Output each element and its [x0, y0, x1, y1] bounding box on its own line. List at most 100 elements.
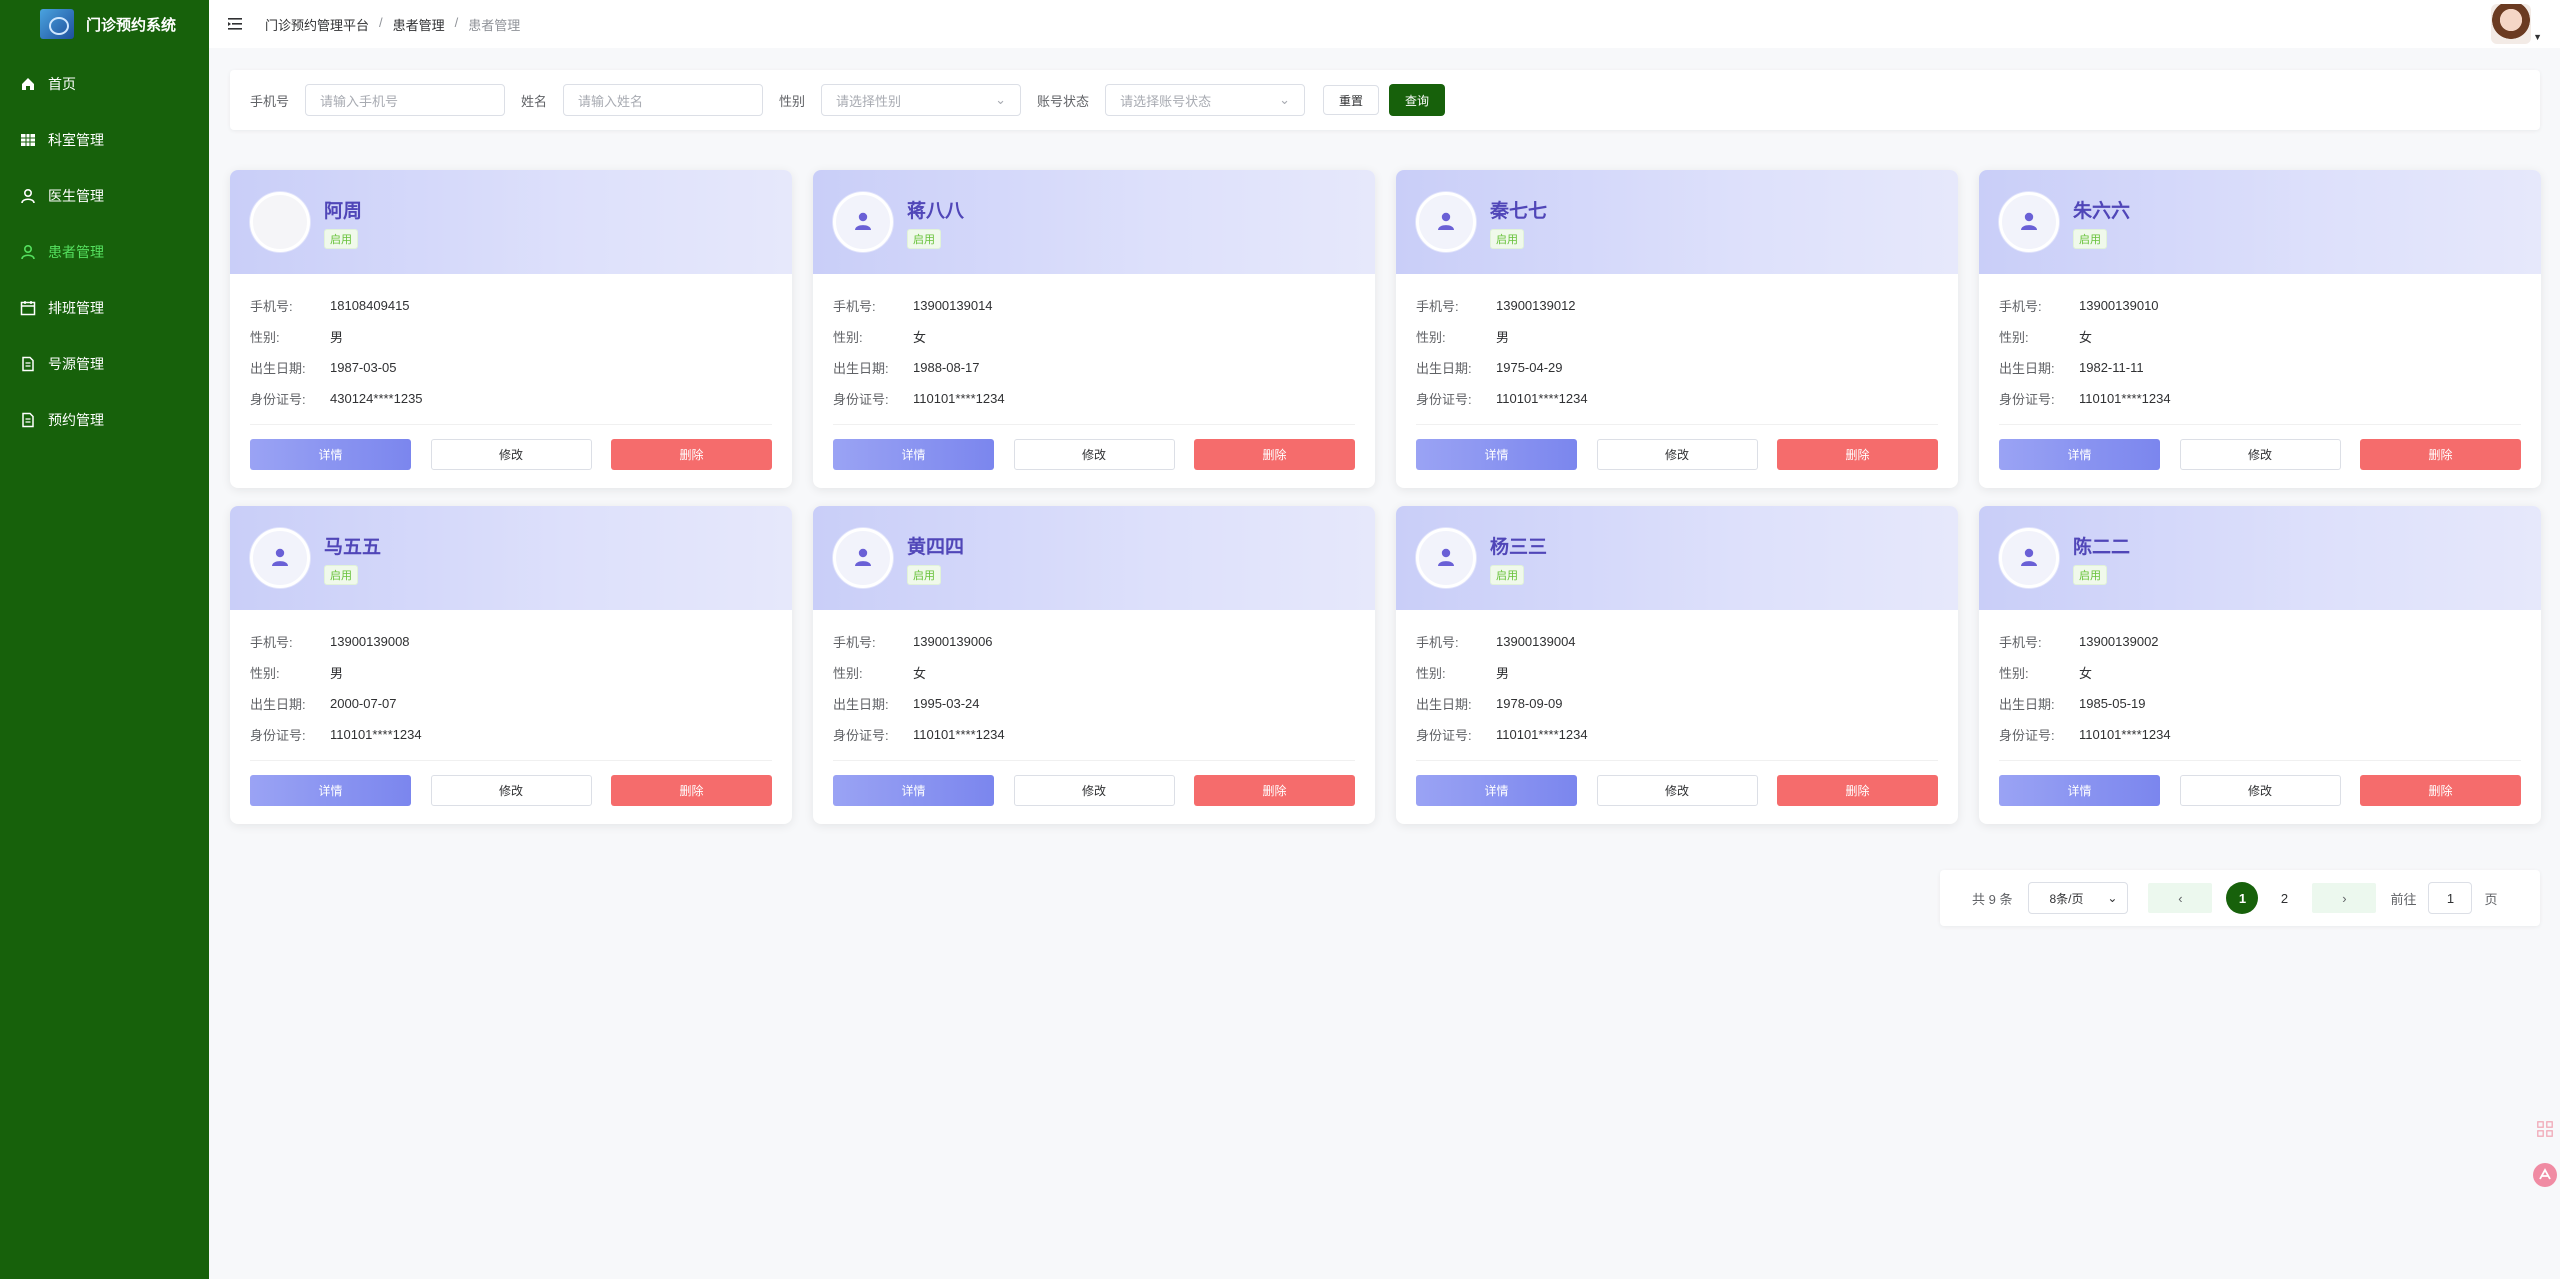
sidebar-item-5[interactable]: 号源管理: [0, 336, 209, 392]
info-row-birth: 出生日期: 1988-08-17: [833, 352, 1355, 383]
detail-button[interactable]: 详情: [833, 775, 994, 806]
top-header: 门诊预约管理平台 / 患者管理 / 患者管理 ▼: [209, 0, 2560, 48]
detail-button[interactable]: 详情: [1416, 775, 1577, 806]
name-block: 黄四四 启用: [907, 532, 964, 585]
name-placeholder: 请输入姓名: [578, 93, 644, 109]
sidebar-item-3[interactable]: 患者管理: [0, 224, 209, 280]
name-input[interactable]: 请输入姓名: [563, 84, 764, 116]
idcard-key: 身份证号:: [833, 728, 889, 743]
info-row-idcard: 身份证号: 110101****1234: [250, 719, 772, 750]
gender-select[interactable]: 请选择性别 ⌄: [821, 84, 1022, 116]
info-row-gender: 性别: 女: [833, 321, 1355, 352]
user-icon: [851, 545, 875, 572]
edit-button[interactable]: 修改: [1013, 439, 1175, 470]
status-badge: 启用: [2073, 228, 2107, 249]
sidebar-item-1[interactable]: 科室管理: [0, 112, 209, 168]
assistant-icon[interactable]: [2532, 1162, 2558, 1188]
reset-button[interactable]: 重置: [1323, 85, 1380, 115]
info-row-gender: 性别: 女: [1999, 657, 2521, 688]
status-select[interactable]: 请选择账号状态 ⌄: [1105, 84, 1306, 116]
status-badge: 启用: [1490, 228, 1524, 249]
patient-avatar: [833, 192, 893, 252]
phone-key: 手机号:: [250, 299, 293, 314]
query-button[interactable]: 查询: [1389, 84, 1446, 116]
collapse-menu-icon[interactable]: [227, 15, 245, 33]
user-menu[interactable]: ▼: [2491, 4, 2542, 44]
idcard-key: 身份证号:: [1999, 392, 2055, 407]
page-size-select[interactable]: 8条/页 ⌄: [2028, 882, 2129, 914]
sidebar-item-0[interactable]: 首页: [0, 56, 209, 112]
name-block: 秦七七 启用: [1490, 196, 1547, 249]
card-actions: 详情 修改 删除: [833, 760, 1355, 806]
breadcrumb-item-platform[interactable]: 门诊预约管理平台: [265, 15, 369, 34]
info-row-idcard: 身份证号: 110101****1234: [833, 383, 1355, 414]
prev-page-button[interactable]: ‹: [2148, 883, 2213, 913]
breadcrumb-item-patients[interactable]: 患者管理: [393, 15, 445, 34]
sidebar-item-4[interactable]: 排班管理: [0, 280, 209, 336]
info-row-phone: 手机号: 13900139012: [1416, 290, 1938, 321]
user-icon: [851, 209, 875, 236]
delete-button[interactable]: 删除: [2360, 775, 2521, 806]
phone-key: 手机号:: [833, 635, 876, 650]
delete-button[interactable]: 删除: [1777, 439, 1938, 470]
name-block: 阿周 启用: [324, 196, 362, 249]
phone-placeholder: 请输入手机号: [320, 93, 399, 109]
name-block: 蒋八八 启用: [907, 196, 964, 249]
gender-label: 性别: [779, 93, 806, 109]
detail-button[interactable]: 详情: [1999, 439, 2160, 470]
next-page-button[interactable]: ›: [2312, 883, 2377, 913]
gender-value: 男: [1496, 330, 1510, 345]
main-content: 手机号 请输入手机号 姓名 请输入姓名 性别 请选择性别 ⌄ 账号状态 请选择账号…: [209, 48, 2560, 1279]
detail-button[interactable]: 详情: [1416, 439, 1577, 470]
sidebar-item-2[interactable]: 医生管理: [0, 168, 209, 224]
phone-key: 手机号:: [833, 299, 876, 314]
caret-down-icon[interactable]: ▼: [2533, 32, 2542, 42]
patient-name: 陈二二: [2073, 536, 2131, 558]
edit-button[interactable]: 修改: [430, 439, 592, 470]
edit-button[interactable]: 修改: [2179, 439, 2341, 470]
sidebar-item-label: 排班管理: [48, 300, 104, 316]
delete-button[interactable]: 删除: [611, 439, 772, 470]
grid-icon: [20, 132, 36, 148]
idcard-value: 110101****1234: [913, 727, 1005, 742]
birth-value: 1987-03-05: [330, 360, 397, 375]
edit-button[interactable]: 修改: [1596, 439, 1758, 470]
detail-button[interactable]: 详情: [833, 439, 994, 470]
detail-button[interactable]: 详情: [1999, 775, 2160, 806]
edit-button[interactable]: 修改: [430, 775, 592, 806]
apps-grid-icon[interactable]: [2532, 1116, 2558, 1142]
avatar[interactable]: [2491, 4, 2532, 44]
delete-button[interactable]: 删除: [1194, 439, 1355, 470]
delete-button[interactable]: 删除: [1194, 775, 1355, 806]
page-number-2[interactable]: 2: [2268, 882, 2300, 914]
delete-button[interactable]: 删除: [611, 775, 772, 806]
delete-button[interactable]: 删除: [1777, 775, 1938, 806]
birth-key: 出生日期:: [833, 697, 889, 712]
birth-key: 出生日期:: [1416, 361, 1472, 376]
delete-button[interactable]: 删除: [2360, 439, 2521, 470]
breadcrumb-item-current: 患者管理: [468, 17, 521, 33]
card-header: 杨三三 启用: [1396, 506, 1958, 610]
page-number-1[interactable]: 1: [2226, 882, 2259, 914]
chevron-right-icon: ›: [2342, 890, 2347, 906]
patient-name: 蒋八八: [907, 200, 965, 222]
card-header: 黄四四 启用: [813, 506, 1375, 610]
patient-card: 阿周 启用 手机号: 18108409415 性别: 男出生日期: 1987-03-05 身份…: [230, 170, 792, 488]
patient-card: 马五五 启用 手机号: 13900139008 性别: 男出生日期: 2000-07-07 身…: [230, 506, 792, 824]
detail-button[interactable]: 详情: [250, 439, 411, 470]
sidebar-item-label: 号源管理: [48, 356, 104, 372]
sidebar-item-6[interactable]: 预约管理: [0, 392, 209, 448]
edit-button[interactable]: 修改: [2179, 775, 2341, 806]
detail-button[interactable]: 详情: [250, 775, 411, 806]
phone-value: 13900139004: [1496, 634, 1576, 649]
edit-button[interactable]: 修改: [1596, 775, 1758, 806]
status-badge: 启用: [324, 228, 358, 249]
document-icon: [20, 412, 36, 428]
gender-key: 性别:: [250, 666, 280, 681]
card-header: 阿周 启用: [230, 170, 792, 274]
card-actions: 详情 修改 删除: [250, 760, 772, 806]
phone-input[interactable]: 请输入手机号: [305, 84, 506, 116]
goto-page-input[interactable]: 1: [2428, 882, 2473, 914]
card-header: 陈二二 启用: [1979, 506, 2541, 610]
edit-button[interactable]: 修改: [1013, 775, 1175, 806]
